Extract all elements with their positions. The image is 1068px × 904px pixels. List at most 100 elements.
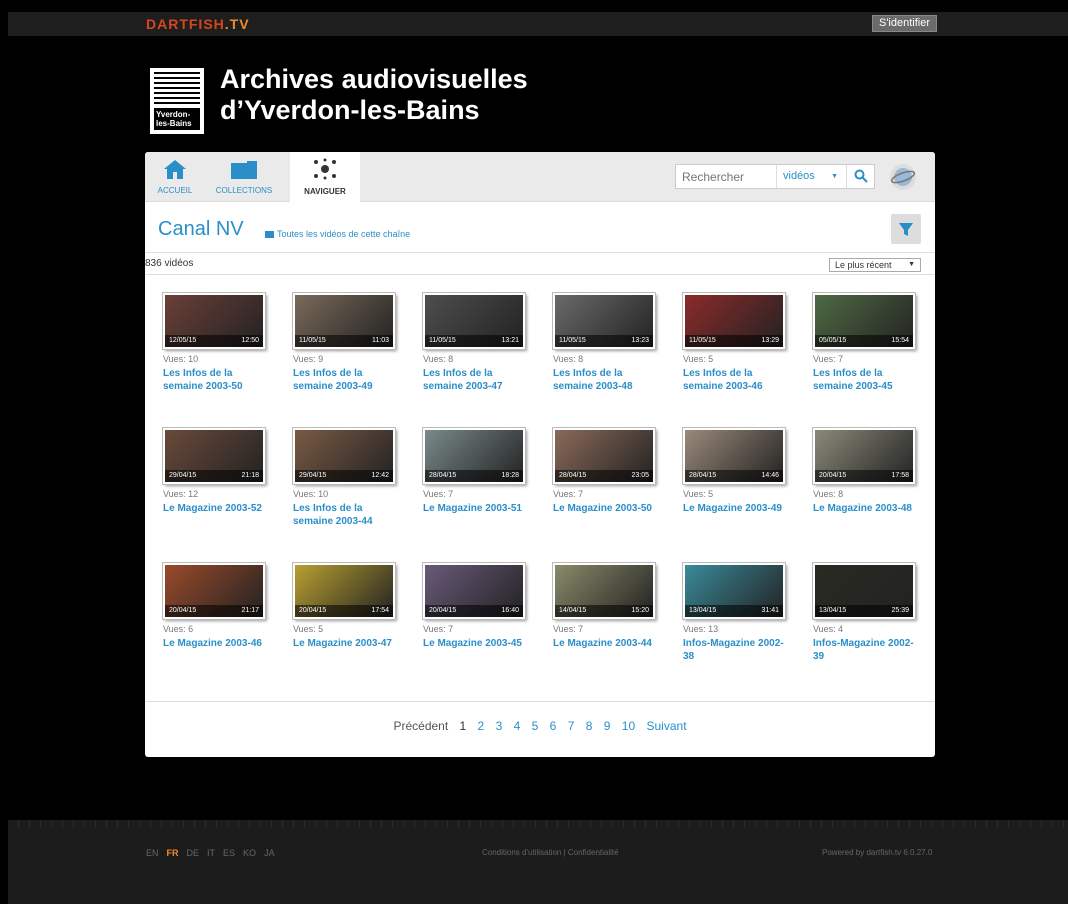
video-title[interactable]: Le Magazine 2003-49 [683, 502, 793, 515]
video-thumbnail[interactable]: 13/04/15 31:41 [683, 563, 785, 619]
search-scope-label: vidéos [783, 170, 815, 182]
video-thumbnail[interactable]: 29/04/15 12:42 [293, 428, 395, 484]
video-title[interactable]: Le Magazine 2003-50 [553, 502, 663, 515]
video-title[interactable]: Les Infos de la semaine 2003-47 [423, 367, 533, 393]
page-link[interactable]: 10 [622, 719, 635, 733]
video-thumbnail[interactable]: 13/04/15 25:39 [813, 563, 915, 619]
video-views: Vues: 7 [553, 489, 584, 499]
video-card[interactable]: 13/04/15 31:41 Vues: 13 Infos-Magazine 2002… [683, 563, 793, 663]
video-thumbnail[interactable]: 11/05/15 13:21 [423, 293, 525, 349]
video-card[interactable]: 28/04/15 14:46 Vues: 5 Le Magazine 2003-49 [683, 428, 793, 515]
video-thumbnail[interactable]: 12/05/15 12:50 [163, 293, 265, 349]
main-panel: ACCUEIL COLLECTIONS NAVIGUER vidéos▼ C [145, 152, 935, 757]
video-title[interactable]: Les Infos de la semaine 2003-49 [293, 367, 403, 393]
video-card[interactable]: 29/04/15 12:42 Vues: 10 Les Infos de la sem… [293, 428, 403, 528]
video-thumbnail[interactable]: 28/04/15 14:46 [683, 428, 785, 484]
video-thumbnail[interactable]: 28/04/15 23:05 [553, 428, 655, 484]
video-title[interactable]: Les Infos de la semaine 2003-50 [163, 367, 273, 393]
video-title[interactable]: Le Magazine 2003-46 [163, 637, 273, 650]
video-title[interactable]: Les Infos de la semaine 2003-45 [813, 367, 923, 393]
prev-button[interactable]: Précédent [393, 719, 448, 733]
video-title[interactable]: Infos-Magazine 2002-39 [813, 637, 923, 663]
search-icon [854, 169, 868, 183]
search-button[interactable] [846, 165, 874, 188]
nav-bar: ACCUEIL COLLECTIONS NAVIGUER vidéos ▼ [145, 152, 935, 203]
video-thumbnail[interactable]: 14/04/15 15:20 [553, 563, 655, 619]
video-thumbnail[interactable]: 05/05/15 15:54 [813, 293, 915, 349]
video-title[interactable]: Le Magazine 2003-52 [163, 502, 273, 515]
video-card[interactable]: 28/04/15 23:05 Vues: 7 Le Magazine 2003-50 [553, 428, 663, 515]
video-card[interactable]: 20/04/15 17:54 Vues: 5 Le Magazine 2003-47 [293, 563, 403, 650]
sort-select[interactable]: Le plus récent ▼ [829, 258, 921, 272]
page-link[interactable]: 8 [586, 719, 593, 733]
video-date: 20/04/15 [429, 607, 457, 614]
video-title[interactable]: Les Infos de la semaine 2003-46 [683, 367, 793, 393]
video-duration: 12:42 [371, 472, 389, 479]
search-scope-select[interactable]: vidéos ▼ [776, 165, 846, 188]
video-card[interactable]: 05/05/15 15:54 Vues: 7 Les Infos de la sema… [813, 293, 923, 393]
footer [8, 820, 1068, 904]
crest-label: Yverdon- les-Bains [154, 108, 200, 130]
video-thumbnail[interactable]: 11/05/15 13:23 [553, 293, 655, 349]
video-thumbnail[interactable]: 28/04/15 18:28 [423, 428, 525, 484]
video-duration: 21:18 [241, 472, 259, 479]
video-thumbnail[interactable]: 29/04/15 21:18 [163, 428, 265, 484]
tab-collections[interactable]: COLLECTIONS [205, 152, 283, 202]
page-link[interactable]: 6 [550, 719, 557, 733]
tab-accueil[interactable]: ACCUEIL [153, 152, 197, 202]
video-thumbnail[interactable]: 20/04/15 17:58 [813, 428, 915, 484]
page-link[interactable]: 4 [514, 719, 521, 733]
tab-naviguer-label: NAVIGUER [304, 187, 346, 196]
video-card[interactable]: 11/05/15 11:03 Vues: 9 Les Infos de la sema… [293, 293, 403, 393]
video-thumbnail[interactable]: 11/05/15 11:03 [293, 293, 395, 349]
language-ja[interactable]: JA [264, 848, 275, 858]
video-title[interactable]: Le Magazine 2003-44 [553, 637, 663, 650]
video-card[interactable]: 28/04/15 18:28 Vues: 7 Le Magazine 2003-51 [423, 428, 533, 515]
globe-icon[interactable] [890, 164, 916, 190]
search-input[interactable] [676, 165, 776, 188]
video-title[interactable]: Le Magazine 2003-51 [423, 502, 533, 515]
video-duration: 12:50 [241, 337, 259, 344]
video-card[interactable]: 13/04/15 25:39 Vues: 4 Infos-Magazine 2002-… [813, 563, 923, 663]
legal-links[interactable]: Conditions d'utilisation | Confidentiali… [482, 848, 619, 857]
thumbnail-info-bar: 20/04/15 17:54 [295, 605, 393, 617]
page-link[interactable]: 9 [604, 719, 611, 733]
video-title[interactable]: Le Magazine 2003-48 [813, 502, 923, 515]
video-card[interactable]: 11/05/15 13:29 Vues: 5 Les Infos de la sema… [683, 293, 793, 393]
video-thumbnail[interactable]: 20/04/15 21:17 [163, 563, 265, 619]
video-card[interactable]: 20/04/15 21:17 Vues: 6 Le Magazine 2003-46 [163, 563, 273, 650]
video-card[interactable]: 20/04/15 17:58 Vues: 8 Le Magazine 2003-48 [813, 428, 923, 515]
language-en[interactable]: EN [146, 848, 159, 858]
language-it[interactable]: IT [207, 848, 215, 858]
video-card[interactable]: 12/05/15 12:50 Vues: 10 Les Infos de la sem… [163, 293, 273, 393]
all-videos-link[interactable]: Toutes les vidéos de cette chaîne [265, 229, 410, 239]
page-link[interactable]: 3 [496, 719, 503, 733]
video-title[interactable]: Les Infos de la semaine 2003-48 [553, 367, 663, 393]
video-date: 28/04/15 [559, 472, 587, 479]
video-card[interactable]: 14/04/15 15:20 Vues: 7 Le Magazine 2003-44 [553, 563, 663, 650]
video-card[interactable]: 11/05/15 13:23 Vues: 8 Les Infos de la sema… [553, 293, 663, 393]
page-link[interactable]: 7 [568, 719, 575, 733]
signin-button[interactable]: S'identifier [872, 15, 938, 32]
video-thumbnail[interactable]: 20/04/15 16:40 [423, 563, 525, 619]
video-thumbnail[interactable]: 11/05/15 13:29 [683, 293, 785, 349]
video-card[interactable]: 29/04/15 21:18 Vues: 12 Le Magazine 2003-52 [163, 428, 273, 515]
video-title[interactable]: Les Infos de la semaine 2003-44 [293, 502, 403, 528]
video-title[interactable]: Le Magazine 2003-47 [293, 637, 403, 650]
language-fr[interactable]: FR [167, 848, 179, 858]
video-duration: 13:21 [501, 337, 519, 344]
next-button[interactable]: Suivant [647, 719, 687, 733]
video-card[interactable]: 11/05/15 13:21 Vues: 8 Les Infos de la sema… [423, 293, 533, 393]
filter-button[interactable] [891, 214, 921, 244]
dartfish-logo[interactable]: DARTFISH.TV [146, 16, 250, 32]
video-title[interactable]: Infos-Magazine 2002-38 [683, 637, 793, 663]
page-link[interactable]: 5 [532, 719, 539, 733]
language-es[interactable]: ES [223, 848, 235, 858]
video-card[interactable]: 20/04/15 16:40 Vues: 7 Le Magazine 2003-45 [423, 563, 533, 650]
language-de[interactable]: DE [187, 848, 200, 858]
video-title[interactable]: Le Magazine 2003-45 [423, 637, 533, 650]
tab-naviguer[interactable]: NAVIGUER [290, 152, 360, 203]
page-link[interactable]: 2 [478, 719, 485, 733]
video-thumbnail[interactable]: 20/04/15 17:54 [293, 563, 395, 619]
language-ko[interactable]: KO [243, 848, 256, 858]
